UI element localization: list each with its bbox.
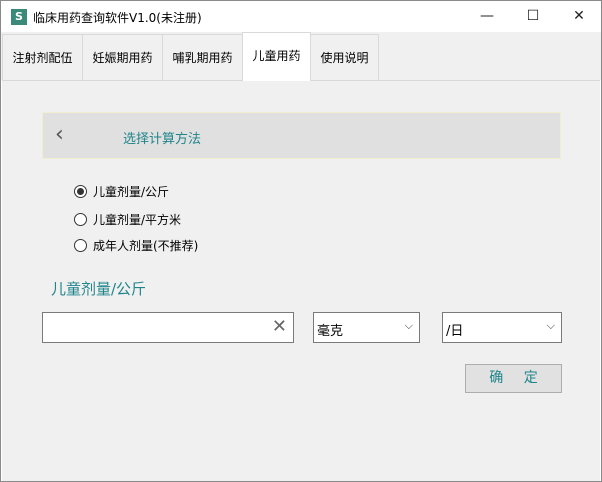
radio-unchecked-icon[interactable] [74, 239, 87, 252]
tab-strip: 注射剂配伍 妊娠期用药 哺乳期用药 儿童用药 使用说明 [1, 32, 601, 81]
radio-child-per-sqm[interactable]: 儿童剂量/平方米 [74, 211, 181, 228]
clear-icon[interactable]: ✕ [272, 316, 287, 337]
radio-child-per-kg[interactable]: 儿童剂量/公斤 [74, 183, 169, 200]
section-label: 儿童剂量/公斤 [51, 280, 147, 298]
header-title: 选择计算方法 [123, 132, 202, 147]
method-header: ‹ 选择计算方法 [42, 112, 561, 159]
unit-select[interactable]: 毫克 ⌵ [313, 312, 420, 343]
tab-lactation[interactable]: 哺乳期用药 [162, 34, 243, 80]
radio-adult-dose[interactable]: 成年人剂量(不推荐) [74, 237, 198, 254]
period-select-value: /日 [446, 324, 464, 339]
tab-instructions[interactable]: 使用说明 [310, 34, 379, 80]
maximize-button[interactable]: ☐ [510, 1, 556, 32]
app-icon: S [11, 9, 27, 25]
chevron-down-icon: ⌵ [404, 319, 413, 332]
confirm-button[interactable]: 确 定 [465, 364, 562, 393]
tab-children[interactable]: 儿童用药 [242, 32, 311, 81]
radio-label: 儿童剂量/公斤 [93, 185, 170, 199]
dose-input[interactable]: ✕ [42, 312, 294, 343]
tab-pregnancy[interactable]: 妊娠期用药 [82, 34, 163, 80]
minimize-button[interactable]: — [464, 1, 510, 32]
window-title: 临床用药查询软件V1.0(未注册) [33, 11, 202, 25]
close-button[interactable]: ✕ [556, 1, 602, 32]
unit-select-value: 毫克 [317, 324, 344, 339]
radio-checked-icon[interactable] [74, 185, 87, 198]
chevron-left-icon[interactable]: ‹ [55, 121, 64, 149]
radio-unchecked-icon[interactable] [74, 213, 87, 226]
radio-label: 成年人剂量(不推荐) [93, 239, 199, 253]
tab-injection-compatibility[interactable]: 注射剂配伍 [2, 34, 83, 80]
tab-content: ‹ 选择计算方法 儿童剂量/公斤 儿童剂量/平方米 成年人剂量(不推荐) 儿童剂… [2, 80, 600, 481]
chevron-down-icon: ⌵ [546, 319, 555, 332]
period-select[interactable]: /日 ⌵ [442, 312, 562, 343]
title-bar: S 临床用药查询软件V1.0(未注册) — ☐ ✕ [1, 1, 601, 32]
radio-label: 儿童剂量/平方米 [93, 213, 182, 227]
